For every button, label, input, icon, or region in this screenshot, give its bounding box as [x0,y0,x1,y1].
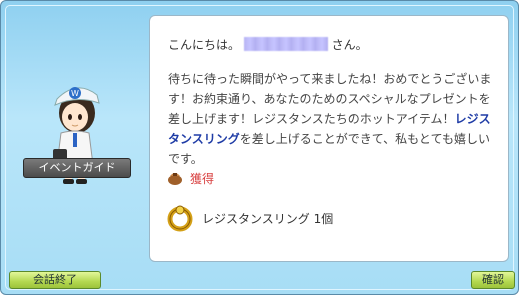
svg-text:W: W [71,89,79,98]
reward-item[interactable]: レジスタンスリング 1個 [166,204,486,232]
reward-bag-icon [168,173,182,185]
greeting-suffix: さん。 [331,38,368,52]
player-name-redacted [243,37,328,51]
npc-nameplate: イベントガイド [23,158,131,178]
message-part1: 待ちに待った瞬間がやって来ましたね！おめでとうございます！お約束通り、あなたのた… [168,72,492,126]
greeting-prefix: こんにちは。 [168,38,241,52]
greeting-line: こんにちは。 さん。 [168,36,368,53]
reward-label: 獲得 [190,172,215,186]
dialog-text-panel: こんにちは。 さん。 待ちに待った瞬間がやって来ましたね！おめでとうございます！… [149,15,509,262]
end-chat-button[interactable]: 会話終了 [9,271,101,289]
npc-dialog: W イベントガイド こんにちは。 さん。 待ちに待った瞬間がやって来ましたね！お… [0,0,519,295]
item-label: レジスタンスリング 1個 [202,212,334,226]
gold-ring-icon [167,205,193,232]
dialog-message: 待ちに待った瞬間がやって来ましたね！おめでとうございます！お約束通り、あなたのた… [168,69,498,169]
confirm-button[interactable]: 確認 [471,271,515,289]
